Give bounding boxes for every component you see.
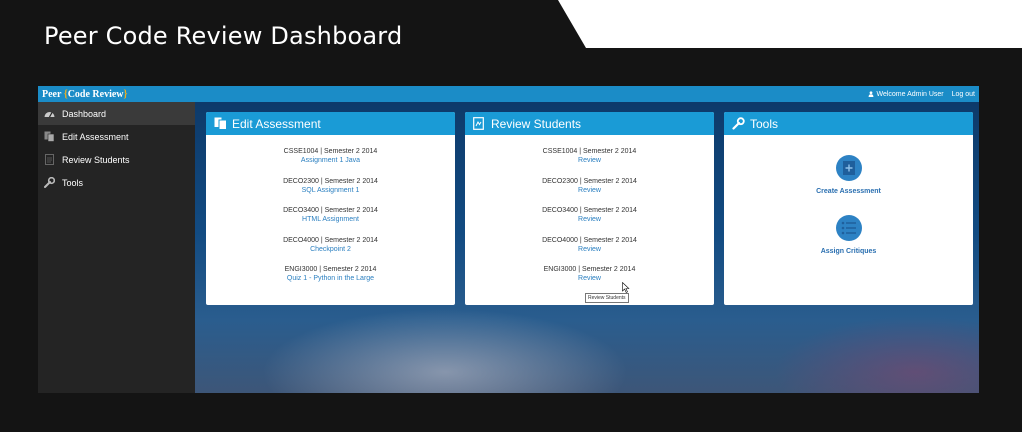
course-label: DECO3400 | Semester 2 2014 xyxy=(283,207,378,214)
course-label: ENGI3000 | Semester 2 2014 xyxy=(543,266,636,273)
card-header: Review Students xyxy=(465,112,714,135)
sidebar-item-tools[interactable]: Tools xyxy=(38,171,195,194)
card-header: Edit Assessment xyxy=(206,112,455,135)
card-title: Review Students xyxy=(491,116,582,131)
assessment-link[interactable]: HTML Assignment xyxy=(206,215,455,225)
edit-assessment-card: Edit Assessment CSSE1004 | Semester 2 20… xyxy=(206,112,455,305)
user-icon xyxy=(869,91,874,97)
add-document-icon xyxy=(835,155,862,181)
review-link[interactable]: Review xyxy=(465,274,714,284)
list-item: DECO2300 | Semester 2 2014 SQL Assignmen… xyxy=(206,177,455,207)
assessment-link[interactable]: SQL Assignment 1 xyxy=(206,186,455,196)
brand-logo[interactable]: Peer {Code Review} xyxy=(42,89,127,100)
course-label: DECO2300 | Semester 2 2014 xyxy=(542,177,637,185)
list-item: ENGI3000 | Semester 2 2014 Quiz 1 - Pyth… xyxy=(206,265,455,295)
sidebar-item-review-students[interactable]: Review Students xyxy=(38,148,195,171)
course-label: CSSE1004 | Semester 2 2014 xyxy=(283,148,378,155)
sidebar-item-label: Dashboard xyxy=(62,108,107,119)
assign-critiques-tool[interactable]: Assign Critiques xyxy=(724,215,973,255)
review-link[interactable]: Review xyxy=(465,186,714,196)
list-item: DECO2300 | Semester 2 2014 Review xyxy=(465,177,714,207)
tooltip: Review Students xyxy=(585,293,629,303)
assessment-link[interactable]: Quiz 1 - Python in the Large xyxy=(206,274,455,284)
sidebar-item-label: Review Students xyxy=(62,154,130,165)
review-link[interactable]: Review xyxy=(465,245,714,255)
course-label: DECO4000 | Semester 2 2014 xyxy=(542,236,637,244)
brand-name: Code Review xyxy=(67,88,124,100)
list-item: CSSE1004 | Semester 2 2014 Review xyxy=(465,147,714,177)
wrench-icon xyxy=(43,177,55,189)
list-item: DECO3400 | Semester 2 2014 Review xyxy=(465,206,714,236)
welcome-text: Welcome Admin User xyxy=(876,90,944,98)
create-assessment-tool[interactable]: Create Assessment xyxy=(724,155,973,195)
sidebar: Dashboard Edit Assessment Review Student… xyxy=(38,102,195,393)
sidebar-item-edit-assessment[interactable]: Edit Assessment xyxy=(38,125,195,148)
dashboard-main: Edit Assessment CSSE1004 | Semester 2 20… xyxy=(195,102,979,393)
course-label: ENGI3000 | Semester 2 2014 xyxy=(284,266,377,273)
review-link[interactable]: Review xyxy=(465,156,714,166)
course-label: DECO3400 | Semester 2 2014 xyxy=(542,207,637,214)
dashboard-icon xyxy=(43,108,55,120)
course-label: CSSE1004 | Semester 2 2014 xyxy=(542,148,637,155)
course-label: DECO4000 | Semester 2 2014 xyxy=(283,236,378,244)
document-icon xyxy=(43,154,55,166)
list-item: DECO4000 | Semester 2 2014 Review xyxy=(465,236,714,266)
copy-icon xyxy=(43,131,55,143)
brand-brace-close: } xyxy=(123,88,128,100)
wrench-icon xyxy=(732,117,745,130)
app-window: Peer {Code Review} Welcome Admin User Lo… xyxy=(38,86,979,393)
list-item: CSSE1004 | Semester 2 2014 Assignment 1 … xyxy=(206,147,455,177)
tool-label: Create Assessment xyxy=(816,188,881,195)
list-icon xyxy=(835,215,862,241)
list-item: DECO3400 | Semester 2 2014 HTML Assignme… xyxy=(206,206,455,236)
copy-icon xyxy=(214,117,227,130)
list-item: ENGI3000 | Semester 2 2014 Review xyxy=(465,265,714,295)
review-link[interactable]: Review xyxy=(465,215,714,225)
review-students-card: Review Students CSSE1004 | Semester 2 20… xyxy=(465,112,714,305)
brand-prefix: Peer xyxy=(42,88,64,100)
user-menu: Welcome Admin User Log out xyxy=(868,91,975,98)
logout-link[interactable]: Log out xyxy=(952,91,975,98)
course-label: DECO2300 | Semester 2 2014 xyxy=(283,177,378,185)
assessment-link[interactable]: Checkpoint 2 xyxy=(206,245,455,255)
sidebar-item-dashboard[interactable]: Dashboard xyxy=(38,102,195,125)
sidebar-item-label: Edit Assessment xyxy=(62,131,129,142)
top-navbar: Peer {Code Review} Welcome Admin User Lo… xyxy=(38,86,979,102)
welcome-user[interactable]: Welcome Admin User xyxy=(868,90,944,98)
sidebar-item-label: Tools xyxy=(62,177,84,188)
card-title: Tools xyxy=(750,116,779,131)
slide-title: Peer Code Review Dashboard xyxy=(44,22,403,50)
mouse-cursor-icon xyxy=(622,282,630,293)
document-icon xyxy=(473,117,486,130)
tools-card: Tools Create Assessment Assign Critiques xyxy=(724,112,973,305)
card-title: Edit Assessment xyxy=(232,116,321,131)
list-item: DECO4000 | Semester 2 2014 Checkpoint 2 xyxy=(206,236,455,266)
assessment-link[interactable]: Assignment 1 Java xyxy=(206,156,455,166)
tool-label: Assign Critiques xyxy=(820,248,877,255)
card-header: Tools xyxy=(724,112,973,135)
